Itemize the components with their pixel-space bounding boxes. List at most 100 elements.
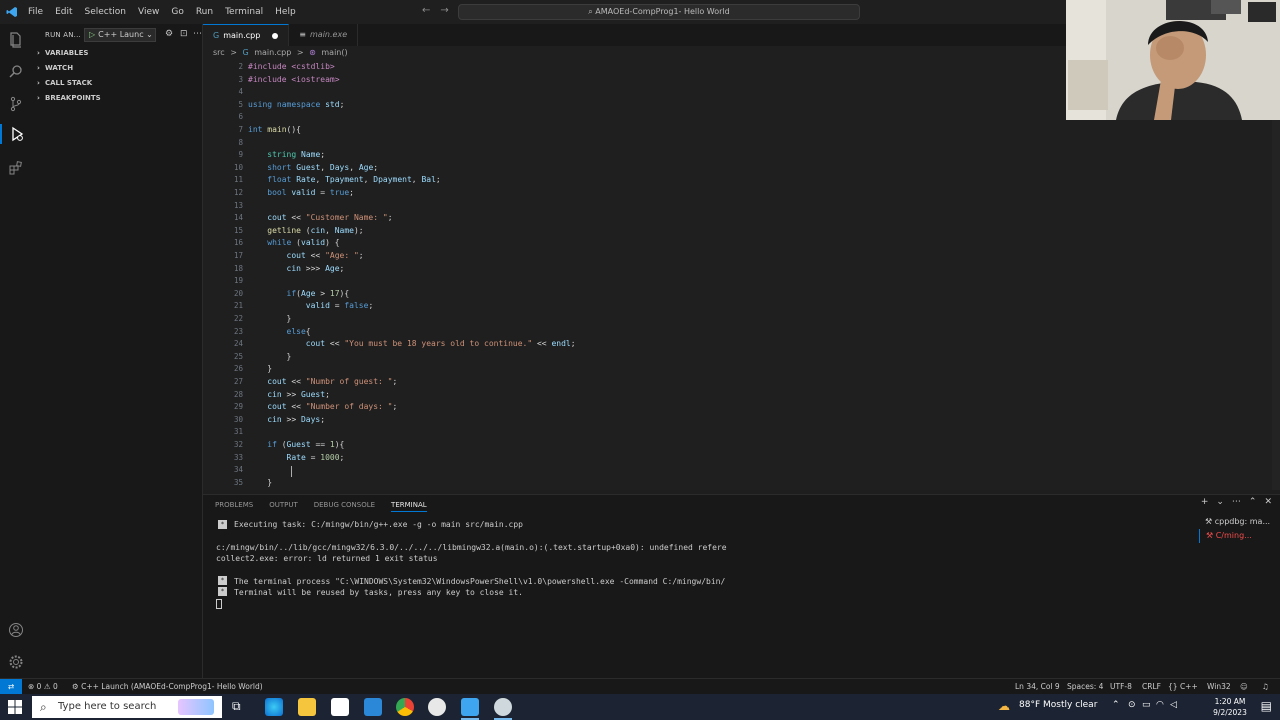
menu-file[interactable]: File	[28, 7, 43, 17]
line-number: 9	[238, 150, 243, 160]
edge-icon[interactable]	[265, 698, 283, 716]
section-watch[interactable]: › WATCH	[32, 61, 203, 76]
platform[interactable]: Win32	[1207, 679, 1231, 694]
line-number: 3	[238, 74, 243, 84]
tab-problems[interactable]: PROBLEMS	[215, 498, 253, 512]
code-line: cin >> Days;	[267, 414, 326, 424]
explorer-icon[interactable]	[6, 30, 26, 50]
store-icon[interactable]	[331, 698, 349, 716]
launch-config-select[interactable]: ▷ C++ Launc ⌄	[84, 28, 156, 42]
account-icon[interactable]	[6, 620, 26, 640]
chrome-icon[interactable]	[396, 698, 414, 716]
editor-scrollbar[interactable]	[1272, 60, 1280, 490]
feedback-icon[interactable]: ☺	[1240, 679, 1248, 694]
chevron-down-icon[interactable]: ⌄	[1216, 497, 1224, 507]
breadcrumb-symbol[interactable]: main()	[321, 48, 347, 57]
breadcrumb-file[interactable]: main.cpp	[254, 48, 291, 57]
onedrive-icon[interactable]	[428, 698, 446, 716]
webcam-overlay	[1066, 0, 1280, 120]
menu-edit[interactable]: Edit	[55, 7, 72, 17]
language-mode[interactable]: {} C++	[1168, 679, 1198, 694]
line-number: 35	[233, 477, 243, 487]
mail-icon[interactable]	[364, 698, 382, 716]
extensions-icon[interactable]	[6, 158, 26, 178]
chevron-down-icon: ⌄	[143, 30, 153, 39]
obs-icon[interactable]	[494, 698, 512, 716]
remote-indicator-icon[interactable]: ⇄	[0, 679, 22, 695]
search-placeholder: Type here to search	[58, 701, 157, 712]
webcam-image	[1066, 0, 1280, 120]
menu-view[interactable]: View	[138, 7, 159, 17]
terminal-line: The terminal process "C:\WINDOWS\System3…	[234, 577, 726, 586]
line-number: 11	[233, 175, 243, 185]
encoding[interactable]: UTF-8	[1110, 679, 1132, 694]
breadcrumb-separator: >	[230, 48, 237, 57]
unsaved-dot-icon[interactable]	[272, 32, 279, 39]
notifications-bell-icon[interactable]: ♫	[1262, 679, 1269, 694]
warning-count: 0	[52, 682, 58, 691]
vscode-taskbar-icon[interactable]	[461, 698, 479, 716]
clock[interactable]: 1:20 AM 9/2/2023	[1208, 696, 1252, 718]
line-ending[interactable]: CRLF	[1142, 679, 1161, 694]
section-breakpoints[interactable]: › BREAKPOINTS	[32, 91, 203, 106]
debug-console-icon[interactable]: ⊡	[180, 29, 188, 39]
back-arrow-icon[interactable]: ←	[422, 5, 430, 16]
chevron-up-icon[interactable]: ⌃	[1112, 700, 1120, 710]
indentation[interactable]: Spaces: 4	[1067, 679, 1103, 694]
weather-widget[interactable]: 88°F Mostly clear	[1019, 700, 1139, 710]
volume-icon[interactable]: ◁	[1170, 700, 1177, 710]
launch-status[interactable]: ⚙ C++ Launch (AMAOEd-CompProg1- Hello Wo…	[72, 679, 263, 694]
tab-debug-console[interactable]: DEBUG CONSOLE	[314, 498, 375, 512]
menu-help[interactable]: Help	[275, 7, 296, 17]
start-debugging-icon[interactable]: ▷	[89, 30, 95, 39]
gear-icon[interactable]: ⚙	[165, 29, 173, 39]
search-icon[interactable]	[6, 62, 26, 82]
tab-terminal[interactable]: TERMINAL	[391, 498, 427, 512]
network-icon[interactable]: ◠	[1156, 700, 1164, 710]
code-line: }	[248, 314, 292, 323]
section-call-stack[interactable]: › CALL STACK	[32, 76, 203, 91]
section-label: WATCH	[45, 64, 74, 72]
line-number: 14	[233, 213, 243, 223]
cpp-file-icon: G	[213, 30, 220, 40]
menu-selection[interactable]: Selection	[85, 7, 126, 17]
section-variables[interactable]: › VARIABLES	[32, 46, 203, 61]
tab-output[interactable]: OUTPUT	[269, 498, 298, 512]
new-terminal-icon[interactable]: +	[1201, 497, 1209, 507]
close-icon[interactable]: ✕	[1264, 497, 1272, 507]
line-number: 7	[238, 125, 243, 134]
code-editor[interactable]: 2 3 4 5 6 7 8 9 10 11 12 13 14 15 16 17 18 19 20 21 22 23 24 25…	[203, 60, 1280, 490]
terminal-item-mingw[interactable]: ⚒ C/ming...	[1199, 529, 1280, 543]
tab-main-exe[interactable]: ≡ main.exe	[289, 24, 359, 46]
terminal-item-cppdbg[interactable]: ⚒ cppdbg: ma...	[1199, 515, 1280, 529]
weather-icon[interactable]: ☁	[998, 699, 1010, 713]
warning-icon: ⚠	[43, 682, 53, 691]
panel-tabs: PROBLEMS OUTPUT DEBUG CONSOLE TERMINAL	[215, 498, 443, 512]
debug-play-icon: ⚙	[72, 682, 82, 691]
command-center[interactable]: ⌕ AMAOEd-CompProg1- Hello World	[458, 4, 860, 20]
cursor-position[interactable]: Ln 34, Col 9	[1015, 679, 1060, 694]
settings-gear-icon[interactable]	[6, 652, 26, 672]
file-explorer-icon[interactable]	[298, 698, 316, 716]
tab-main-cpp[interactable]: G main.cpp	[203, 24, 290, 46]
chevron-right-icon: ›	[37, 64, 40, 72]
problems-status[interactable]: ⊗ 0 ⚠ 0	[28, 679, 58, 694]
notification-center-icon[interactable]: ▤	[1261, 699, 1272, 713]
source-control-icon[interactable]	[6, 94, 26, 114]
task-view-icon[interactable]: ⧉	[232, 699, 241, 714]
search-highlight-icon	[178, 699, 214, 715]
taskbar-search-input[interactable]: ⌕ Type here to search	[32, 696, 222, 718]
forward-arrow-icon[interactable]: →	[440, 5, 448, 16]
tray-app-icon[interactable]: ⊙	[1128, 700, 1136, 710]
more-actions-icon[interactable]: ⋯	[1232, 497, 1241, 507]
battery-icon[interactable]: ▭	[1142, 700, 1151, 710]
menu-terminal[interactable]: Terminal	[225, 7, 263, 17]
maximize-panel-icon[interactable]: ⌃	[1249, 497, 1257, 507]
windows-start-icon[interactable]	[8, 700, 22, 714]
task-icon: *	[218, 587, 227, 596]
menu-go[interactable]: Go	[171, 7, 183, 17]
more-actions-icon[interactable]: ⋯	[193, 29, 202, 39]
menu-run[interactable]: Run	[196, 7, 213, 17]
breadcrumb-folder[interactable]: src	[213, 48, 225, 57]
run-debug-icon[interactable]	[0, 124, 32, 144]
